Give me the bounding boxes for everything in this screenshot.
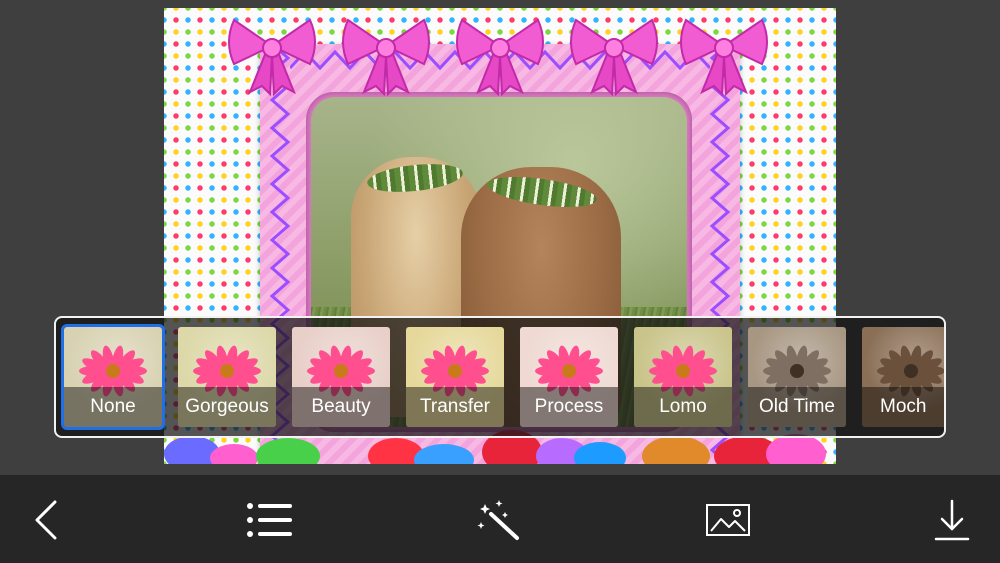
filter-option-lomo[interactable]: Lomo xyxy=(634,327,732,427)
back-button[interactable] xyxy=(20,495,72,545)
filter-option-old-time[interactable]: Old Time xyxy=(748,327,846,427)
filter-label: None xyxy=(64,387,162,427)
filter-label: Gorgeous xyxy=(178,387,276,427)
filter-option-beauty[interactable]: Beauty xyxy=(292,327,390,427)
filter-label: Old Time xyxy=(748,387,846,427)
frames-list-button[interactable] xyxy=(244,495,296,545)
filter-label: Lomo xyxy=(634,387,732,427)
filter-label: Process xyxy=(520,387,618,427)
pink-bow-icon xyxy=(680,18,768,96)
pink-bow-icon xyxy=(570,18,658,96)
download-icon xyxy=(934,499,970,541)
back-chevron-icon xyxy=(35,500,57,540)
effects-button[interactable] xyxy=(474,495,526,545)
pink-bow-icon xyxy=(456,18,544,96)
pink-bow-icon xyxy=(342,18,430,96)
filter-list: None Gorgeous Beauty Transfer Process Lomo Old… xyxy=(61,324,944,430)
magic-wand-icon xyxy=(477,500,519,540)
image-picker-button[interactable] xyxy=(702,495,754,545)
filter-option-transfer[interactable]: Transfer xyxy=(406,327,504,427)
filter-option-moch[interactable]: Moch xyxy=(862,327,944,427)
filter-option-none[interactable]: None xyxy=(61,324,165,430)
list-icon xyxy=(247,503,292,537)
filter-label: Moch xyxy=(862,387,944,427)
bottom-toolbar xyxy=(0,475,1000,563)
filter-option-gorgeous[interactable]: Gorgeous xyxy=(178,327,276,427)
filter-strip[interactable]: None Gorgeous Beauty Transfer Process Lomo Old… xyxy=(54,316,946,438)
filter-option-process[interactable]: Process xyxy=(520,327,618,427)
filter-label: Beauty xyxy=(292,387,390,427)
pink-bow-icon xyxy=(228,18,316,96)
filter-label: Transfer xyxy=(406,387,504,427)
download-button[interactable] xyxy=(926,495,978,545)
image-icon xyxy=(706,504,750,536)
